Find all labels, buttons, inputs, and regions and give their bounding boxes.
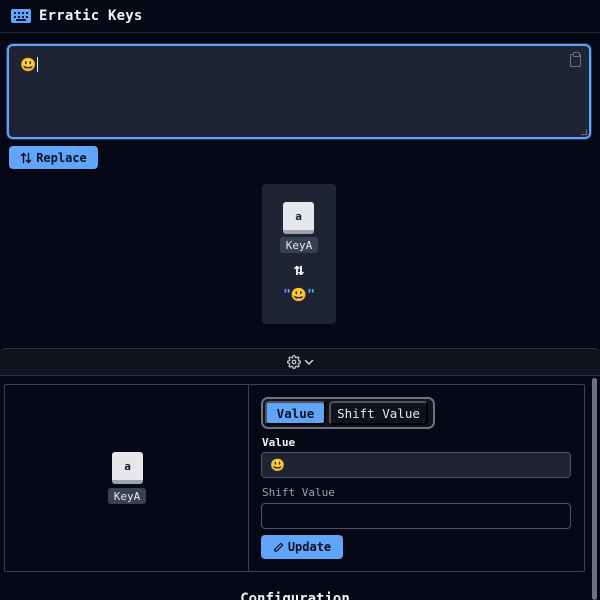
- gear-icon: [286, 355, 301, 369]
- update-button-label: Update: [287, 540, 332, 554]
- panel-scrollbar[interactable]: [592, 378, 597, 600]
- keyboard-icon: [11, 9, 31, 23]
- value-field-label: Value: [262, 436, 296, 449]
- chevron-down-icon: [304, 359, 313, 365]
- value-input-text: 😃: [270, 458, 285, 472]
- value-mode-toggle: Value Shift Value: [261, 397, 435, 429]
- shift-value-tab[interactable]: Shift Value: [329, 401, 428, 425]
- value-tab[interactable]: Value: [265, 401, 326, 425]
- key-preview: a KeyA: [5, 385, 249, 571]
- replace-button[interactable]: Replace: [9, 146, 98, 169]
- pencil-icon: [274, 542, 284, 552]
- replace-button-label: Replace: [36, 150, 87, 165]
- app-title: Erratic Keys: [39, 8, 143, 24]
- mapped-value: "😃": [283, 288, 315, 303]
- swap-icon: [21, 152, 32, 163]
- keycap: a: [283, 202, 314, 234]
- shift-value-field-label: Shift Value: [262, 486, 335, 499]
- update-button[interactable]: Update: [261, 535, 343, 559]
- app-header: Erratic Keys: [0, 0, 600, 33]
- swap-indicator: ⇅: [293, 260, 305, 280]
- clipboard-icon[interactable]: [570, 52, 581, 67]
- text-editor[interactable]: 😃: [7, 44, 591, 139]
- shift-value-input[interactable]: [261, 503, 571, 529]
- configuration-heading: Configuration: [240, 591, 350, 600]
- resize-handle-icon[interactable]: [581, 129, 587, 135]
- value-input[interactable]: 😃: [261, 452, 571, 478]
- settings-toggle[interactable]: [0, 348, 600, 376]
- editor-content[interactable]: 😃: [20, 57, 39, 73]
- key-mapping-card[interactable]: a KeyA ⇅ "😃": [262, 184, 336, 324]
- text-caret: [37, 57, 39, 72]
- preview-key-code-badge: KeyA: [108, 488, 146, 504]
- preview-keycap: a: [112, 452, 143, 484]
- key-code-badge: KeyA: [280, 237, 318, 253]
- editor-text: 😃: [20, 58, 37, 73]
